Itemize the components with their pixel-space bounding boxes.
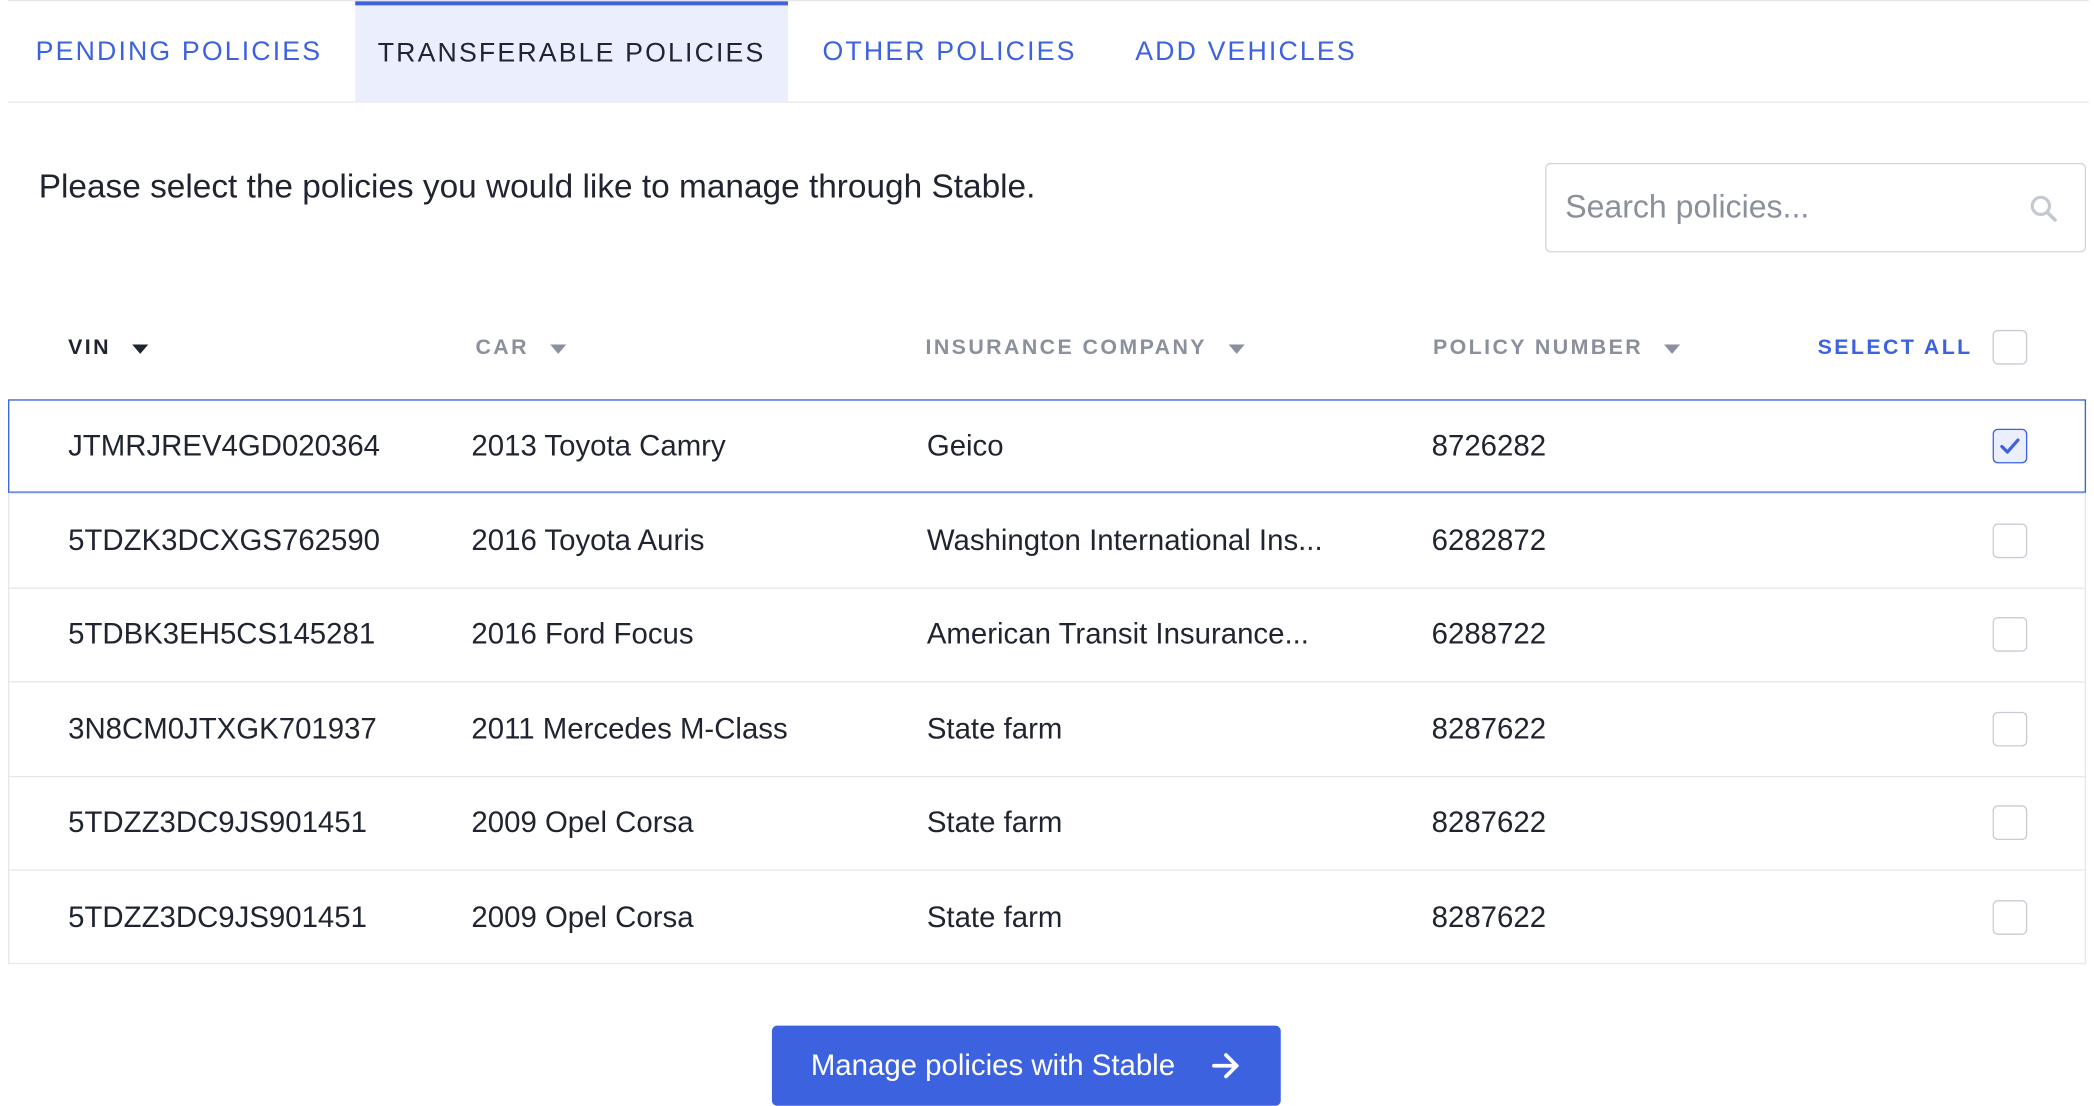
cell-car: 2011 Mercedes M-Class [471, 711, 788, 746]
table-row[interactable]: 5TDZK3DCXGS762590 2016 Toyota Auris Washin… [9, 493, 2085, 588]
cell-select [1992, 871, 2030, 964]
page: PENDING POLICIES TRANSFERABLE POLICIES O… [0, 0, 2094, 1106]
column-header-car[interactable]: CAR [475, 333, 567, 365]
cell-car: 2013 Toyota Camry [471, 428, 726, 463]
table-row[interactable]: 3N8CM0JTXGK701937 2011 Mercedes M-Class St… [9, 681, 2085, 776]
column-label: INSURANCE COMPANY [925, 336, 1207, 360]
checkmark-icon [2000, 438, 2020, 454]
table-row[interactable]: 5TDZZ3DC9JS901451 2009 Opel Corsa State fa… [9, 869, 2085, 964]
policy-tabs: PENDING POLICIES TRANSFERABLE POLICIES O… [8, 0, 2089, 103]
row-select-checkbox[interactable] [1992, 711, 2028, 747]
manage-policies-button[interactable]: Manage policies with Stable [771, 1025, 1281, 1106]
page-instruction: Please select the policies you would lik… [38, 168, 1036, 206]
cell-select [1992, 589, 2030, 682]
cell-policy-number: 8287622 [1431, 899, 1547, 934]
cell-insurance-company: Washington International Ins... [926, 523, 1323, 558]
search-input[interactable] [1565, 164, 2020, 252]
row-select-checkbox[interactable] [1992, 805, 2028, 841]
cell-vin: 5TDBK3EH5CS145281 [68, 617, 376, 652]
cell-vin: 5TDZZ3DC9JS901451 [68, 805, 367, 840]
sort-caret-icon [1228, 343, 1245, 354]
cell-car: 2016 Ford Focus [471, 617, 694, 652]
cell-policy-number: 6288722 [1431, 617, 1547, 652]
tab-add-vehicles[interactable]: ADD VEHICLES [1111, 1, 1381, 102]
search-icon[interactable] [2029, 194, 2058, 223]
search-box [1545, 162, 2087, 253]
table-row[interactable]: 5TDBK3EH5CS145281 2016 Ford Focus American… [9, 587, 2085, 682]
tab-pending-policies[interactable]: PENDING POLICIES [8, 1, 350, 102]
cell-select [1992, 401, 2030, 492]
policies-table-body: JTMRJREV4GD020364 2013 Toyota Camry Geico 8… [8, 399, 2087, 965]
sort-caret-icon [550, 343, 567, 354]
row-select-checkbox[interactable] [1992, 899, 2028, 935]
select-all-label[interactable]: SELECT ALL [1818, 333, 1973, 365]
table-header: VIN CAR INSURANCE COMPANY POLICY NUMBER … [8, 307, 2086, 387]
cell-insurance-company: State farm [926, 711, 1063, 746]
cell-vin: 5TDZZ3DC9JS901451 [68, 899, 367, 934]
row-select-checkbox[interactable] [1992, 428, 2028, 464]
table-row[interactable]: 5TDZZ3DC9JS901451 2009 Opel Corsa State fa… [9, 775, 2085, 870]
cell-policy-number: 8287622 [1431, 711, 1547, 746]
cell-vin: 3N8CM0JTXGK701937 [68, 711, 377, 746]
manage-policies-button-label: Manage policies with Stable [810, 1048, 1176, 1082]
cell-car: 2016 Toyota Auris [471, 523, 705, 558]
row-select-checkbox[interactable] [1992, 523, 2028, 559]
cell-car: 2009 Opel Corsa [471, 805, 694, 840]
cell-select [1992, 495, 2030, 588]
cell-policy-number: 6282872 [1431, 523, 1547, 558]
column-header-vin[interactable]: VIN [68, 333, 149, 365]
cell-select [1992, 777, 2030, 870]
column-header-insurance-company[interactable]: INSURANCE COMPANY [926, 333, 1245, 365]
tab-transferable-policies[interactable]: TRANSFERABLE POLICIES [355, 1, 788, 103]
cell-policy-number: 8726282 [1431, 428, 1547, 463]
column-header-policy-number[interactable]: POLICY NUMBER [1433, 333, 1681, 365]
cell-insurance-company: State farm [926, 899, 1063, 934]
cell-insurance-company: American Transit Insurance... [926, 617, 1309, 652]
cell-insurance-company: Geico [926, 428, 1004, 463]
cell-select [1992, 683, 2030, 776]
arrow-right-icon [1211, 1053, 1239, 1079]
select-all-checkbox[interactable] [1992, 329, 2028, 365]
cell-insurance-company: State farm [926, 805, 1063, 840]
cell-policy-number: 8287622 [1431, 805, 1547, 840]
cell-car: 2009 Opel Corsa [471, 899, 694, 934]
cell-vin: JTMRJREV4GD020364 [68, 428, 381, 463]
column-label: POLICY NUMBER [1432, 336, 1644, 360]
column-label: CAR [475, 336, 529, 360]
row-select-checkbox[interactable] [1992, 617, 2028, 653]
select-all-checkbox-wrap [1992, 329, 2028, 365]
sort-caret-icon [1664, 343, 1681, 354]
table-row[interactable]: JTMRJREV4GD020364 2013 Toyota Camry Geico 8… [8, 399, 2087, 494]
tab-other-policies[interactable]: OTHER POLICIES [804, 1, 1095, 102]
column-label: VIN [68, 336, 111, 360]
sort-caret-icon [132, 343, 149, 354]
cell-vin: 5TDZK3DCXGS762590 [68, 523, 381, 558]
